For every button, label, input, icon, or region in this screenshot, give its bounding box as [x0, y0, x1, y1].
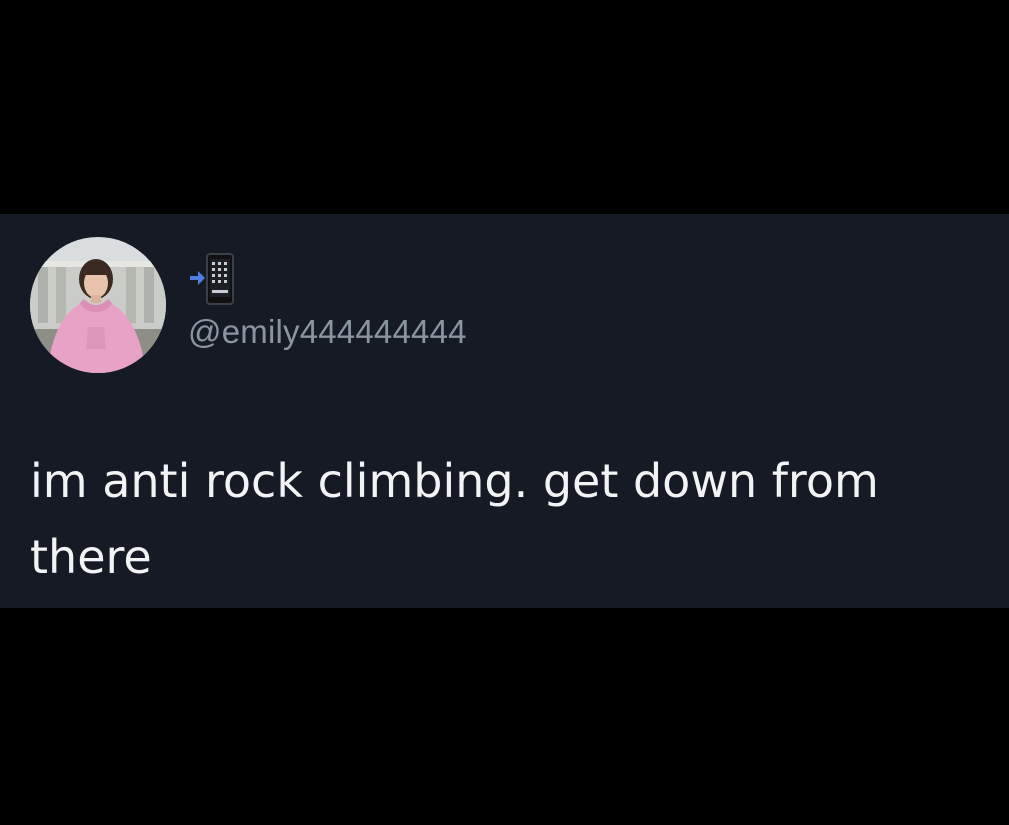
author-handle[interactable]: @emily444444444 [188, 313, 467, 351]
tweet-card[interactable]: @emily444444444 im anti rock climbing. g… [0, 214, 1009, 608]
mobile-phone-with-arrow-icon [190, 252, 238, 306]
avatar[interactable] [30, 237, 166, 373]
screenshot-stage: @emily444444444 im anti rock climbing. g… [0, 0, 1009, 825]
tweet-text: im anti rock climbing. get down from the… [30, 454, 879, 584]
avatar-photo [30, 237, 166, 373]
